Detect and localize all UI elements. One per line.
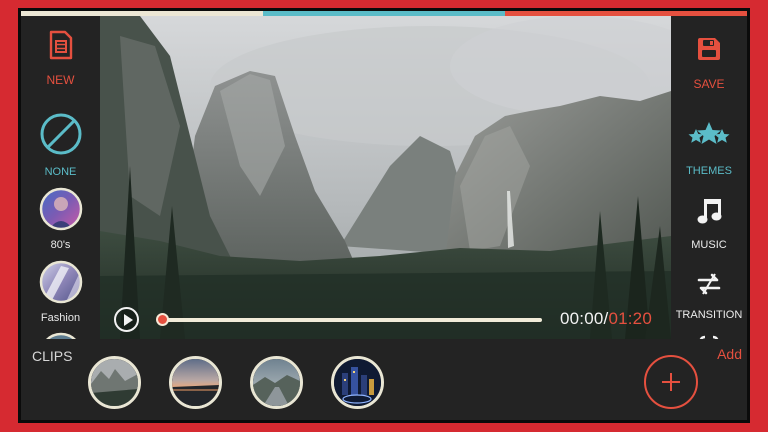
- time-display: 00:00/01:20: [560, 309, 652, 329]
- 80s-filter-thumbnail: [39, 187, 83, 236]
- more-tool-partial[interactable]: [671, 332, 747, 339]
- landscape-clip-thumbnail: [253, 359, 300, 406]
- stars-icon: [688, 119, 730, 154]
- duration: 01:20: [608, 309, 652, 328]
- current-time: 00:00: [559, 309, 604, 328]
- filter-none-button[interactable]: NONE: [21, 112, 100, 178]
- partial-tool-icon: [695, 332, 723, 339]
- play-icon: [124, 314, 133, 326]
- clips-bar: CLIPS Add: [21, 339, 747, 420]
- music-label: MUSIC: [691, 239, 727, 251]
- transition-icon: [695, 271, 723, 302]
- themes-button[interactable]: THEMES: [671, 119, 747, 177]
- fashion-label: Fashion: [40, 312, 81, 324]
- save-floppy-icon: [696, 36, 722, 67]
- seek-handle[interactable]: [156, 313, 169, 326]
- filter-fashion-button[interactable]: Fashion: [21, 260, 100, 324]
- music-note-icon: [695, 196, 723, 231]
- save-button[interactable]: SAVE: [671, 36, 747, 91]
- save-label: SAVE: [693, 77, 725, 91]
- film-file-icon: [48, 30, 74, 65]
- fashion-filter-thumbnail: [39, 260, 83, 309]
- valley-clip-thumbnail: [91, 359, 138, 406]
- transition-label: TRANSITION: [675, 309, 743, 321]
- none-label: NONE: [44, 166, 77, 178]
- add-clip-button[interactable]: [644, 355, 698, 409]
- clip-thumbnail-3[interactable]: [250, 356, 303, 409]
- music-button[interactable]: MUSIC: [671, 196, 747, 251]
- app-frame: NEW NONE 80's Fashion 00:00/01:20 SAVE T…: [18, 8, 750, 423]
- night-city-clip-thumbnail: [334, 359, 381, 406]
- sunset-clip-thumbnail: [172, 359, 219, 406]
- clips-label: CLIPS: [32, 348, 73, 364]
- filter-partial-button[interactable]: [21, 332, 100, 339]
- preview-landscape-image: [100, 16, 671, 339]
- new-label: NEW: [46, 73, 75, 87]
- transition-button[interactable]: TRANSITION: [671, 271, 747, 321]
- playback-controls: 00:00/01:20: [100, 299, 671, 339]
- play-button[interactable]: [114, 307, 139, 332]
- seek-bar[interactable]: [156, 313, 542, 326]
- filter-80s-button[interactable]: 80's: [21, 187, 100, 251]
- filter-panel: NEW NONE 80's Fashion: [21, 16, 100, 339]
- themes-label: THEMES: [686, 165, 732, 177]
- clip-thumbnail-4[interactable]: [331, 356, 384, 409]
- no-filter-icon: [39, 112, 83, 161]
- add-label[interactable]: Add: [717, 346, 742, 362]
- video-preview[interactable]: 00:00/01:20: [100, 16, 671, 339]
- clip-thumbnail-2[interactable]: [169, 356, 222, 409]
- filter-thumbnail-partial: [39, 332, 83, 339]
- 80s-label: 80's: [50, 239, 71, 251]
- new-button[interactable]: NEW: [21, 30, 100, 87]
- tools-panel: SAVE THEMES MUSIC TRANSITION: [671, 16, 747, 339]
- clip-thumbnail-1[interactable]: [88, 356, 141, 409]
